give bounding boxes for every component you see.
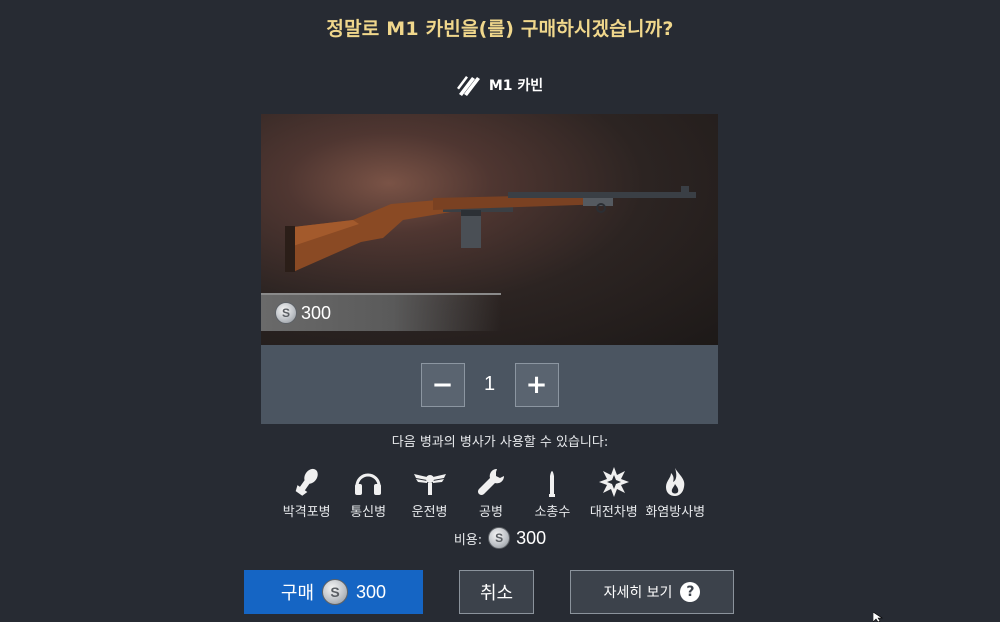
flame-icon [666,468,685,496]
increase-quantity-button[interactable]: + [514,362,559,407]
class-antitank: 대전차병 [583,466,644,522]
cost-value: 300 [516,527,547,548]
details-button[interactable]: 자세히 보기 ? [570,570,734,614]
class-label: 운전병 [411,505,448,520]
explosion-icon [598,467,629,497]
weapon-price: 300 [301,302,332,323]
silver-coin-icon: S [275,302,297,324]
class-radio: 통신병 [337,466,398,522]
class-flamethrower: 화염방사병 [645,466,706,522]
cost-label: 비용: [453,532,483,548]
silver-coin-icon: S [488,527,511,549]
ammo-icon [456,74,481,96]
class-label: 화염방사병 [645,505,706,520]
weapon-name: M1 카빈 [488,78,544,94]
buy-label: 구매 [280,583,315,604]
usable-classes-text: 다음 병과의 병사가 사용할 수 있습니다: [391,435,609,450]
cost-row: 비용: S 300 [0,527,1000,549]
quantity-value: 1 [483,373,496,395]
dialog-title: 정말로 M1 카빈을(를) 구매하시겠습니까? [326,18,674,40]
price-strip: S 300 [261,293,501,331]
class-label: 통신병 [350,505,387,520]
class-label: 대전차병 [589,505,638,520]
cancel-button[interactable]: 취소 [459,570,534,614]
buy-button[interactable]: 구매 S 300 [244,570,423,614]
class-label: 박격포병 [282,505,331,520]
class-label: 소총수 [534,505,571,520]
details-label: 자세히 보기 [603,585,673,601]
weapon-preview: S 300 [261,114,718,345]
rifle-image [285,186,696,272]
class-driver: 운전병 [399,466,460,522]
mortar-shell-icon [295,468,318,496]
winged-emblem-icon [413,474,446,495]
class-engineer: 공병 [460,466,521,522]
class-mortar: 박격포병 [276,466,337,522]
silver-coin-icon: S [322,579,349,605]
mouse-cursor-icon [873,612,883,622]
buy-price: 300 [356,581,387,602]
wrench-icon [477,468,504,496]
help-icon: ? [680,582,701,602]
quantity-panel: − 1 + [261,345,718,424]
bullet-icon [549,471,556,497]
decrease-quantity-button[interactable]: − [420,362,465,407]
class-list: 박격포병 통신병 운전병 공병 소총수 대전차병 화염방사병 [276,466,706,522]
headphones-icon [355,473,382,495]
weapon-name-row: M1 카빈 [0,74,1000,96]
class-rifleman: 소총수 [522,466,583,522]
class-label: 공병 [479,505,503,520]
